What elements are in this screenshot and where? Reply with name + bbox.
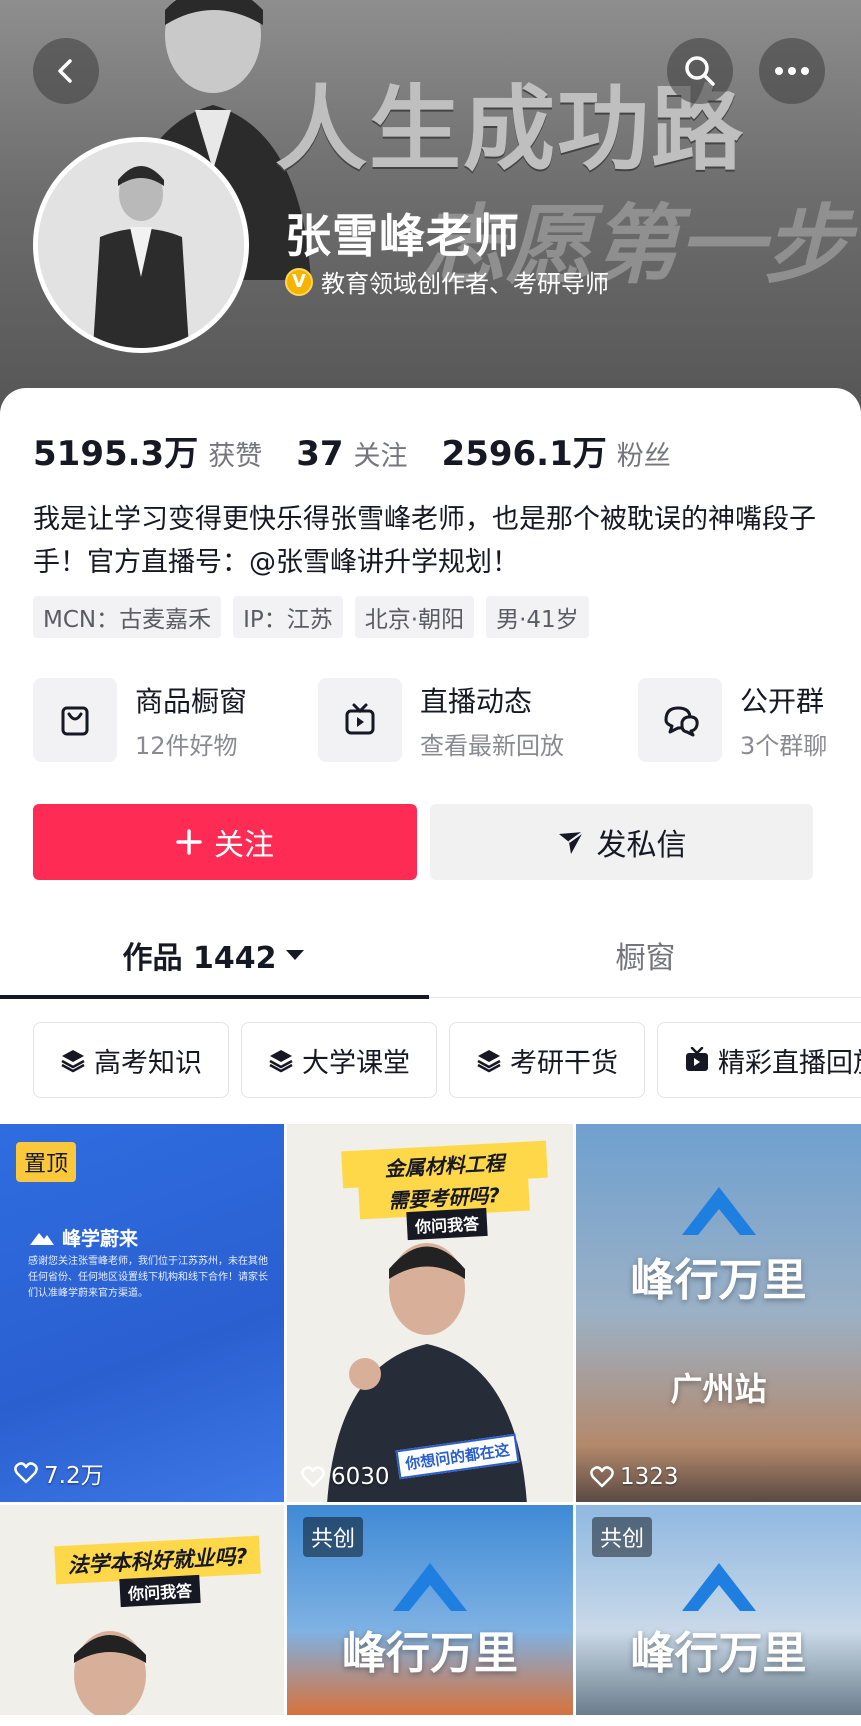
video-title: 峰行万里 — [630, 1255, 807, 1306]
profile-card: 5195.3万 获赞 37 关注 2596.1万 粉丝 我是让学习变得更快乐得张… — [0, 388, 861, 1726]
feature-title: 直播动态 — [420, 684, 533, 718]
tag-gender-age: 男·41岁 — [486, 596, 589, 638]
plus-icon — [176, 829, 202, 855]
profile-tags: MCN：古麦嘉禾 IP：江苏 北京·朝阳 男·41岁 — [33, 596, 589, 638]
chip-live-replay[interactable]: 精彩直播回放 — [657, 1022, 861, 1098]
video-tile[interactable]: 共创 峰行万里 — [287, 1505, 573, 1715]
feature-entries: 商品橱窗 12件好物 直播动态 查看最新回放 公开群 3个群聊 — [33, 678, 861, 764]
content-tabs: 作品 1442 橱窗 — [0, 912, 861, 999]
feature-subtitle: 查看最新回放 — [420, 731, 564, 760]
feature-live-updates[interactable]: 直播动态 查看最新回放 — [318, 678, 564, 762]
profile-bio: 我是让学习变得更快乐得张雪峰老师，也是那个被耽误的神嘴段子手！官方直播号：@张雪… — [33, 504, 816, 578]
layers-icon — [61, 1050, 85, 1073]
shopping-bag-icon — [61, 706, 89, 736]
followers-count[interactable]: 2596.1万 — [442, 426, 607, 475]
video-likes: 7.2万 — [14, 1456, 104, 1490]
video-likes: 1323 — [590, 1464, 679, 1490]
likes-count: 7.2万 — [44, 1463, 104, 1489]
search-icon — [685, 56, 715, 86]
video-presenter — [74, 1631, 146, 1715]
fx-logo-icon — [682, 1187, 756, 1235]
layers-icon — [269, 1050, 293, 1073]
heart-icon — [301, 1466, 325, 1488]
following-label[interactable]: 关注 — [354, 434, 408, 473]
video-tile[interactable]: 共创 峰行万里 — [576, 1505, 861, 1715]
tab-shop-window[interactable]: 橱窗 — [430, 912, 861, 998]
chip-university[interactable]: 大学课堂 — [241, 1022, 437, 1098]
collection-chips: 高考知识 大学课堂 考研干货 精彩直播回放 — [33, 1022, 861, 1098]
video-tile[interactable]: 峰行万里 广州站 1323 — [576, 1124, 861, 1502]
profile-nickname: 张雪峰老师 — [285, 209, 520, 263]
avatar-portrait — [38, 142, 244, 348]
live-tv-icon — [345, 703, 375, 735]
brand-logo: 峰学蔚来 — [28, 1224, 138, 1251]
chip-label: 大学课堂 — [302, 1047, 410, 1079]
likes-count: 6030 — [331, 1464, 390, 1490]
brand-name: 峰学蔚来 — [62, 1228, 139, 1250]
avatar[interactable] — [33, 137, 249, 353]
following-count[interactable]: 37 — [296, 434, 343, 474]
feature-shop-window[interactable]: 商品橱窗 12件好物 — [33, 678, 247, 762]
follow-button[interactable]: 关注 — [33, 804, 417, 880]
chip-label: 精彩直播回放 — [718, 1047, 861, 1079]
notice-text: 感谢您关注张雪峰老师，我们位于江苏苏州，未在其他任何省份、任何地区设置线下机构和… — [28, 1256, 268, 1299]
chat-bubbles-icon — [664, 706, 699, 737]
likes-label: 获赞 — [208, 441, 263, 472]
caret-down-icon — [286, 950, 305, 960]
tab-shop-label: 橱窗 — [615, 941, 676, 976]
tab-works-label: 作品 1442 — [122, 941, 277, 976]
cocreate-badge: 共创 — [303, 1517, 364, 1557]
chip-label: 考研干货 — [510, 1047, 618, 1079]
verified-badge-icon: V — [285, 267, 313, 296]
fx-logo-icon — [682, 1563, 756, 1611]
likes-count: 1323 — [620, 1464, 679, 1490]
profile-banner: 人生成功路 志愿第一步 张雪峰老师 V 教育领域创作者、考研导师 — [0, 0, 861, 430]
layers-icon — [477, 1050, 501, 1073]
feature-title: 商品橱窗 — [135, 684, 248, 718]
chip-gaokao[interactable]: 高考知识 — [33, 1022, 229, 1098]
video-likes: 6030 — [301, 1464, 390, 1490]
active-tab-indicator — [0, 995, 429, 999]
cocreate-badge: 共创 — [592, 1517, 653, 1557]
video-tile[interactable]: 法学本科好就业吗? 你问我答 — [0, 1505, 284, 1715]
profile-stats: 5195.3万 获赞 37 关注 2596.1万 粉丝 — [33, 426, 705, 475]
video-tile[interactable]: 金属材料工程 需要考研吗? 你问我答 你想问的都在这 6030 — [287, 1124, 573, 1502]
feature-subtitle: 3个群聊 — [740, 731, 828, 760]
tag-ip: IP：江苏 — [233, 596, 343, 638]
send-message-button[interactable]: 发私信 — [430, 804, 813, 880]
video-title: 峰行万里 — [630, 1628, 807, 1679]
more-dots-icon — [775, 67, 809, 75]
follow-label: 关注 — [214, 828, 274, 863]
video-subtitle: 广州站 — [670, 1370, 767, 1408]
send-icon — [558, 831, 584, 854]
chip-kaoyan[interactable]: 考研干货 — [449, 1022, 645, 1098]
back-button[interactable] — [33, 38, 99, 104]
verification-info: V 教育领域创作者、考研导师 — [285, 264, 609, 299]
feature-subtitle: 12件好物 — [135, 731, 238, 760]
verification-text: 教育领域创作者、考研导师 — [321, 270, 609, 298]
likes-count: 5195.3万 — [33, 434, 199, 474]
fx-logo-icon — [393, 1563, 467, 1611]
feature-title: 公开群 — [740, 684, 825, 718]
tab-works[interactable]: 作品 1442 — [0, 912, 429, 998]
heart-icon — [590, 1466, 614, 1488]
video-tile[interactable]: 置顶 峰学蔚来 感谢您关注张雪峰老师，我们位于江苏苏州，未在其他任何省份、任何地… — [0, 1124, 284, 1502]
tag-mcn: MCN：古麦嘉禾 — [33, 596, 222, 638]
chip-label: 高考知识 — [94, 1047, 202, 1079]
heart-icon — [14, 1462, 38, 1484]
send-message-label: 发私信 — [596, 828, 687, 863]
video-tag: 你问我答 — [119, 1574, 201, 1608]
more-options-button[interactable] — [759, 38, 825, 104]
live-tv-icon — [686, 1047, 708, 1071]
feature-public-groups[interactable]: 公开群 3个群聊 — [638, 678, 827, 762]
mountain-logo-icon — [30, 1232, 54, 1245]
pinned-badge: 置顶 — [16, 1142, 77, 1182]
followers-label[interactable]: 粉丝 — [617, 434, 671, 473]
chevron-left-icon — [58, 59, 72, 83]
tag-location: 北京·朝阳 — [354, 596, 475, 638]
video-title: 峰行万里 — [342, 1628, 518, 1679]
search-button[interactable] — [667, 38, 733, 104]
